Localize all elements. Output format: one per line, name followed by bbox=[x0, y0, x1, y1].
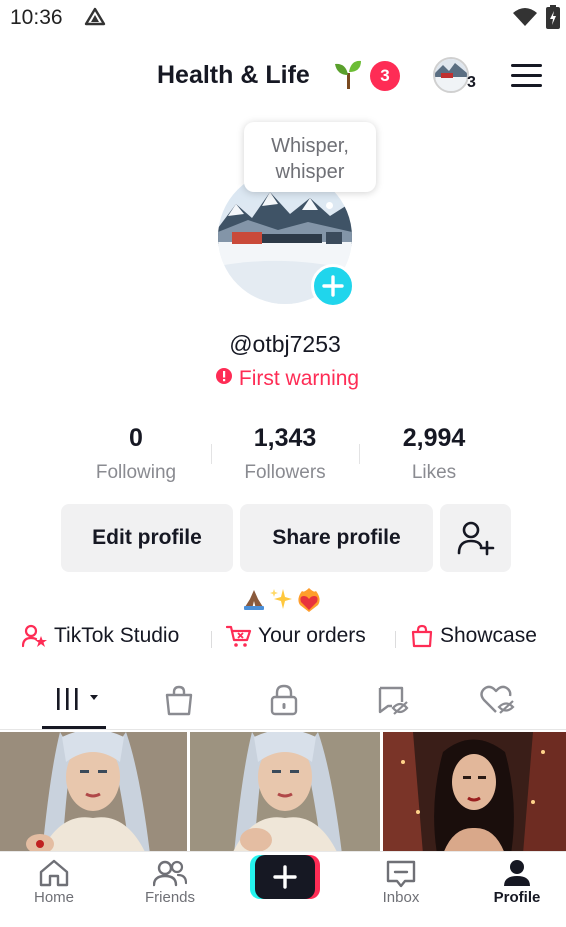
followers-count: 1,343 bbox=[253, 424, 317, 452]
add-user-icon bbox=[457, 521, 494, 556]
following-count: 0 bbox=[129, 424, 143, 452]
status-bar: 10:36 bbox=[0, 0, 566, 36]
sparkles-emoji bbox=[269, 587, 293, 618]
creator-tools-row: TikTok Studio Your orders Showcase bbox=[0, 624, 566, 654]
edit-profile-button[interactable]: Edit profile bbox=[61, 504, 233, 572]
navigation-triangle-icon bbox=[84, 7, 106, 32]
video-thumbnail[interactable] bbox=[190, 732, 380, 852]
tab-videos[interactable] bbox=[46, 678, 106, 722]
video-grid bbox=[0, 730, 566, 852]
nav-home[interactable]: Home bbox=[0, 852, 110, 927]
bottom-navigation: Home Friends Inbox Profile bbox=[0, 851, 566, 927]
followers-label: Followers bbox=[244, 462, 326, 483]
create-button[interactable] bbox=[250, 855, 320, 899]
home-icon bbox=[38, 859, 70, 892]
stat-followers[interactable]: 1,343 Followers bbox=[210, 424, 360, 484]
shop-bag-icon bbox=[165, 685, 193, 716]
videos-grid-icon bbox=[57, 688, 98, 710]
status-right-icons bbox=[512, 5, 560, 34]
heart-on-fire-emoji bbox=[296, 587, 322, 618]
tab-private[interactable] bbox=[254, 678, 314, 722]
profile-title[interactable]: Health & Life bbox=[157, 61, 310, 90]
whisper-bubble[interactable]: Whisper, whisper bbox=[244, 122, 376, 192]
shopping-bag-icon bbox=[411, 624, 433, 648]
tool-divider bbox=[395, 631, 396, 648]
seedling-emoji bbox=[333, 59, 363, 96]
bubble-tail-dot bbox=[326, 202, 333, 209]
plus-icon bbox=[322, 275, 344, 297]
shopping-cart-icon bbox=[226, 625, 252, 647]
nav-home-label: Home bbox=[33, 889, 74, 906]
lock-icon bbox=[270, 684, 298, 716]
showcase-link[interactable]: Showcase bbox=[410, 624, 537, 648]
status-time: 10:36 bbox=[10, 6, 63, 29]
wifi-icon bbox=[512, 7, 538, 32]
tiktok-studio-label: TikTok Studio bbox=[54, 624, 180, 647]
nav-friends-label: Friends bbox=[144, 889, 196, 906]
nav-inbox-label: Inbox bbox=[382, 889, 420, 906]
create-plus-icon bbox=[273, 865, 297, 889]
person-star-icon bbox=[22, 624, 47, 648]
share-profile-button[interactable]: Share profile bbox=[240, 504, 433, 572]
stat-likes[interactable]: 2,994 Likes bbox=[359, 424, 509, 484]
add-friend-button[interactable] bbox=[440, 504, 511, 572]
add-story-button[interactable] bbox=[311, 264, 355, 308]
alert-icon bbox=[215, 367, 233, 391]
reposts-hidden-icon bbox=[378, 686, 409, 715]
tool-divider bbox=[211, 631, 212, 648]
tiktok-studio-link[interactable]: TikTok Studio bbox=[22, 624, 179, 648]
liked-hidden-icon bbox=[480, 685, 515, 714]
battery-charging-icon bbox=[546, 5, 560, 34]
video-thumbnail[interactable] bbox=[0, 732, 187, 852]
profile-header: Health & Life 3 3 bbox=[0, 52, 566, 100]
warning-text: First warning bbox=[238, 367, 360, 390]
nav-friends[interactable]: Friends bbox=[114, 852, 226, 927]
folded-hands-emoji bbox=[242, 587, 266, 618]
nav-inbox[interactable]: Inbox bbox=[345, 852, 457, 927]
tab-shop[interactable] bbox=[149, 678, 209, 722]
story-avatar[interactable] bbox=[433, 57, 469, 93]
username: @otbj7253 bbox=[229, 331, 341, 357]
hamburger-menu-icon[interactable] bbox=[511, 64, 542, 88]
tab-reposts[interactable] bbox=[363, 678, 423, 722]
your-orders-link[interactable]: Your orders bbox=[226, 624, 366, 648]
friends-icon bbox=[152, 859, 188, 892]
story-count: 3 bbox=[467, 74, 476, 91]
bio-emojis bbox=[242, 587, 322, 618]
likes-label: Likes bbox=[411, 462, 457, 483]
content-tabs bbox=[0, 678, 566, 728]
nav-profile[interactable]: Profile bbox=[461, 852, 566, 927]
stat-following[interactable]: 0 Following bbox=[61, 424, 211, 484]
video-thumbnail[interactable] bbox=[383, 732, 566, 852]
following-label: Following bbox=[95, 462, 177, 483]
profile-icon bbox=[503, 859, 531, 892]
nav-profile-label: Profile bbox=[493, 889, 541, 906]
your-orders-label: Your orders bbox=[258, 624, 366, 647]
tab-liked[interactable] bbox=[467, 678, 527, 722]
notification-badge[interactable]: 3 bbox=[370, 61, 400, 91]
likes-count: 2,994 bbox=[402, 424, 466, 452]
showcase-label: Showcase bbox=[440, 624, 537, 647]
warning-notice[interactable]: First warning bbox=[0, 367, 566, 391]
